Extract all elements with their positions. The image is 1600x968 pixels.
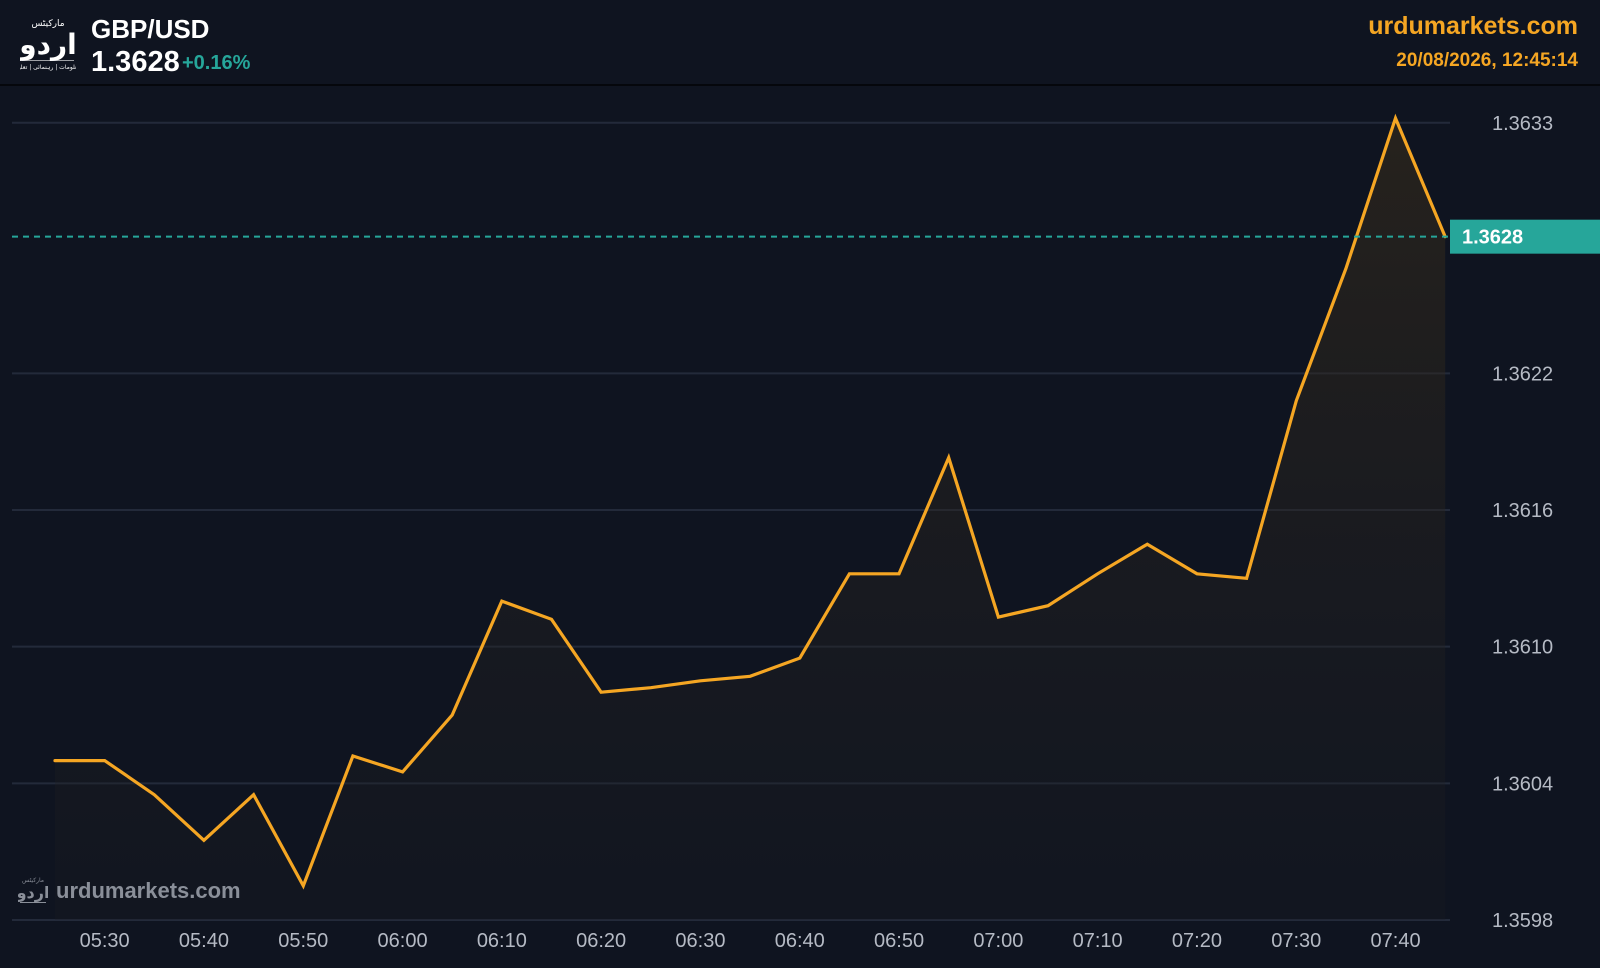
y-tick-label: 1.3610 [1492, 637, 1553, 659]
y-tick-label: 1.3633 [1492, 113, 1553, 135]
y-tick-label: 1.3598 [1492, 910, 1553, 932]
watermark-logo-icon: ماركيٹس اردو [18, 877, 48, 903]
urdu-logo-icon: ماركيٹس اردو معلومات | رہنمائی | تعلیم [20, 19, 76, 71]
x-tick-label: 06:00 [378, 930, 428, 952]
x-tick-label: 07:20 [1172, 930, 1222, 952]
watermark-logo-text: اردو [18, 883, 48, 902]
watermark-text: urdumarkets.com [56, 878, 241, 903]
x-tick-label: 06:20 [576, 930, 626, 952]
x-tick-label: 06:40 [775, 930, 825, 952]
x-tick-label: 07:00 [973, 930, 1023, 952]
y-tick-label: 1.3616 [1492, 500, 1553, 522]
symbol-title: GBP/USD [91, 14, 210, 44]
logo-urdu-text: اردو [20, 28, 76, 61]
x-tick-label: 06:10 [477, 930, 527, 952]
last-price-label-layer[interactable]: 1.3628 [1450, 219, 1600, 254]
x-tick-label: 07:10 [1073, 930, 1123, 952]
watermark: ماركيٹس اردو urdumarkets.com [18, 874, 241, 908]
last-price-label: 1.3628 [1462, 227, 1523, 249]
svg-text:معلومات | رہنمائی | تعلیم: معلومات | رہنمائی | تعلیم [20, 64, 76, 71]
chart-header: ماركيٹس اردو معلومات | رہنمائی | تعلیم G… [0, 0, 1600, 86]
timestamp: 20/08/2026, 12:45:14 [1396, 50, 1578, 71]
price-chart: 1.3633 1.3622 1.3616 1.3610 1.3604 1.3598 05:… [12, 113, 1600, 952]
x-tick-label: 07:30 [1271, 930, 1321, 952]
area-fill [55, 118, 1446, 920]
x-axis-ticks: 05:30 05:40 05:50 06:00 06:10 06:20 06:30 06:40… [80, 930, 1421, 952]
current-price: 1.3628 [91, 46, 180, 78]
y-tick-label: 1.3604 [1492, 773, 1553, 795]
x-tick-label: 06:50 [874, 930, 924, 952]
y-tick-label: 1.3622 [1492, 363, 1553, 385]
chart-page: 1.3633 1.3622 1.3616 1.3610 1.3604 1.3598 05:… [0, 0, 1600, 968]
area-fill-layer [55, 118, 1446, 920]
site-link[interactable]: urdumarkets.com [1368, 12, 1578, 41]
price-change: +0.16% [182, 52, 251, 74]
x-tick-label: 07:40 [1371, 930, 1421, 952]
x-tick-label: 05:30 [80, 930, 130, 952]
x-tick-label: 06:30 [675, 930, 725, 952]
x-tick-label: 05:40 [179, 930, 229, 952]
x-tick-label: 05:50 [278, 930, 328, 952]
